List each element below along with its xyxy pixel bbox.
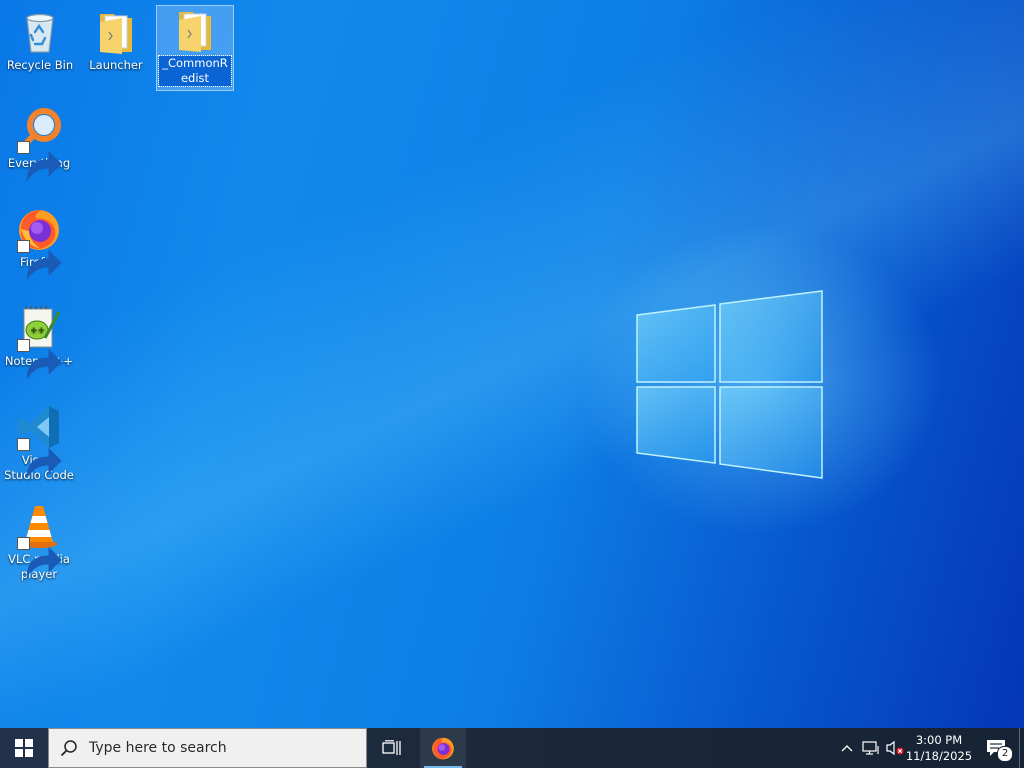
shortcut-arrow-icon [17, 339, 62, 380]
desktop-icon-firefox[interactable]: Firefox [1, 205, 77, 281]
icon-label[interactable]: _CommonRedist [158, 55, 232, 87]
show-hidden-icons-button[interactable] [836, 728, 858, 768]
action-center-button[interactable]: 2 [976, 728, 1016, 768]
desktop-icon-commonredist[interactable]: _CommonRedist [156, 5, 234, 91]
search-icon [49, 739, 89, 757]
firefox-icon [432, 737, 454, 760]
shortcut-arrow-icon [17, 537, 62, 578]
taskbar-search-box[interactable]: Type here to search [48, 728, 367, 768]
start-button[interactable] [0, 728, 48, 768]
windows-logo-icon [15, 739, 33, 757]
network-tray-button[interactable] [860, 728, 882, 768]
recycle-bin-icon [26, 13, 54, 53]
shortcut-arrow-icon [17, 438, 62, 479]
icon-label: Launcher [89, 58, 143, 72]
volume-tray-button[interactable] [884, 728, 906, 768]
desktop-icon-notepad-plus-plus[interactable]: ++ Notepad++ [1, 304, 77, 380]
desktop-icon-recycle-bin[interactable]: Recycle Bin [2, 8, 78, 73]
svg-text:++: ++ [30, 326, 45, 336]
windows-wallpaper-logo [636, 290, 823, 479]
desktop-icon-vlc[interactable]: VLC media player [1, 502, 77, 582]
task-view-button[interactable] [368, 728, 416, 768]
folder-icon [100, 14, 132, 54]
shortcut-arrow-icon [17, 240, 62, 281]
clock-date: 11/18/2025 [905, 749, 973, 763]
chevron-up-icon [841, 745, 853, 752]
task-view-icon [382, 740, 401, 755]
desktop-icon-everything[interactable]: Everything [1, 106, 77, 182]
taskbar: Type here to search 3:00 PM 11/18/2025 2 [0, 728, 1024, 768]
desktop-icon-vscode[interactable]: Visual Studio Code [1, 403, 77, 483]
folder-icon [179, 12, 211, 52]
shortcut-arrow-icon [17, 141, 62, 182]
desktop[interactable]: Recycle Bin Launcher _CommonRedist ++ St… [0, 0, 1024, 728]
notification-count-badge: 2 [997, 746, 1013, 762]
taskbar-app-firefox[interactable] [420, 728, 466, 768]
taskbar-clock[interactable]: 3:00 PM 11/18/2025 [904, 728, 974, 768]
network-icon [862, 741, 879, 755]
desktop-icon-launcher[interactable]: Launcher [78, 8, 154, 73]
volume-muted-icon [886, 740, 904, 756]
search-placeholder: Type here to search [89, 740, 227, 756]
icon-label: Recycle Bin [6, 58, 74, 72]
show-desktop-button[interactable] [1019, 728, 1024, 768]
clock-time: 3:00 PM [915, 733, 963, 747]
